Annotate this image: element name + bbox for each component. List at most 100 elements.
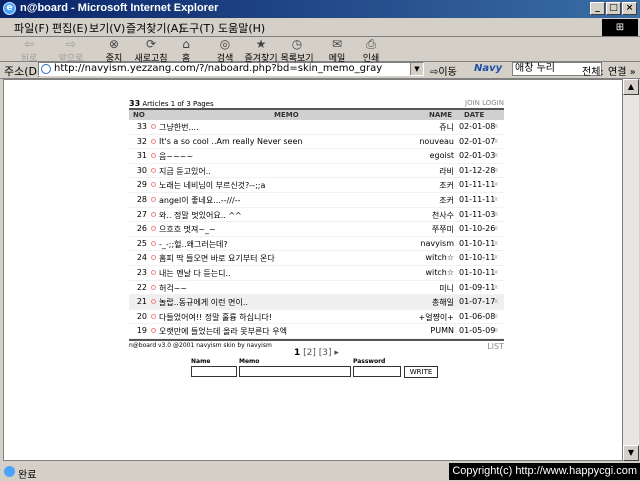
row-date: 01-05-09: [459, 326, 496, 336]
delete-icon[interactable]: x: [494, 122, 498, 130]
table-row[interactable]: 33 그냥한번.... 쥬니 02-01-08 x: [129, 120, 504, 135]
next-page-icon[interactable]: ▸: [334, 348, 339, 358]
address-dropdown-icon[interactable]: ▼: [410, 63, 423, 75]
delete-icon[interactable]: x: [494, 268, 498, 276]
name-input[interactable]: [191, 366, 237, 377]
delete-icon[interactable]: x: [494, 180, 498, 188]
delete-icon[interactable]: x: [494, 253, 498, 261]
menu-edit[interactable]: 편집(E): [52, 20, 88, 36]
table-row[interactable]: 19 오랫만에 들었는데 올라 못부른다 우엑 PUMN 01-05-09 x: [129, 324, 504, 339]
window-title: n@board - Microsoft Internet Explorer: [20, 2, 219, 14]
mail-button[interactable]: ✉ 메일: [325, 37, 349, 65]
table-row[interactable]: 27 와.. 정말 멋있어요.. ^^ 천사수 01-11-03 x: [129, 208, 504, 223]
page-3-link[interactable]: [3]: [319, 348, 332, 358]
memo-label: Memo: [239, 358, 260, 365]
bullet-icon: [151, 211, 156, 217]
table-row[interactable]: 21 놀랍..동규에게 이런 면이.. 총해일 01-07-17 x: [129, 295, 504, 310]
home-icon: ⌂: [182, 37, 190, 51]
delete-icon[interactable]: x: [494, 239, 498, 247]
address-url[interactable]: http://navyism.yezzang.com/?/naboard.php…: [54, 63, 382, 75]
row-date: 01-10-26: [459, 224, 496, 234]
row-date: 01-10-11: [459, 238, 496, 248]
bullet-icon: [151, 284, 156, 290]
ie-icon[interactable]: e: [3, 2, 16, 15]
table-row[interactable]: 24 홈피 딱 들오면 바로 요기부터 온다 witch☆ 01-10-11 x: [129, 251, 504, 266]
row-date: 01-12-28: [459, 165, 496, 175]
col-no: NO: [133, 111, 145, 119]
join-login-link[interactable]: JOIN LOGIN: [465, 99, 504, 107]
print-button[interactable]: ⎙ 인쇄: [359, 37, 383, 65]
delete-icon[interactable]: x: [494, 137, 498, 145]
history-button[interactable]: ◷ 목록보기: [279, 37, 315, 65]
table-row[interactable]: 28 angel이 좋네요...--///-- 조커 01-11-11 x: [129, 193, 504, 208]
col-name: NAME: [429, 111, 453, 119]
list-button[interactable]: LIST: [487, 342, 504, 351]
favorites-button[interactable]: ★ 즐겨찾기: [243, 37, 279, 65]
table-row[interactable]: 22 허걱~~ 미니 01-09-11 x: [129, 281, 504, 296]
status-page-icon: [4, 466, 15, 477]
delete-icon[interactable]: x: [494, 297, 498, 305]
print-icon: ⎙: [366, 37, 376, 51]
search-button[interactable]: ◎ 검색: [211, 37, 239, 65]
toolbar: ⇦ 뒤로 ⇨ 앞으로 ⊗ 중지 ⟳ 새로고침 ⌂ 홈 ◎ 검색 ★ 즐겨찾기 ◷…: [0, 37, 640, 65]
scroll-up-icon[interactable]: ▲: [623, 79, 639, 95]
maximize-button[interactable]: □: [606, 2, 621, 15]
links-button[interactable]: 연결 »: [608, 63, 636, 78]
delete-icon[interactable]: x: [494, 312, 498, 320]
menu-help[interactable]: 도움말(H): [218, 20, 265, 36]
delete-icon[interactable]: x: [494, 166, 498, 174]
table-row[interactable]: 20 다들었어여!! 정말 훌륭 하십니다! +얼쨩이+ 01-06-08 x: [129, 310, 504, 325]
row-memo: 음~~~~: [159, 152, 194, 162]
page-content: 33 Articles 1 of 3 Pages JOIN LOGIN NO M…: [3, 79, 623, 461]
table-row[interactable]: 26 으흐흐 멋져~_~ 쭈쭈미 01-10-26 x: [129, 222, 504, 237]
home-button[interactable]: ⌂ 홈: [174, 37, 198, 65]
favorites-icon: ★: [255, 37, 267, 51]
menu-favorites[interactable]: 즐겨찾기(A): [126, 20, 183, 36]
row-number: 29: [136, 180, 147, 190]
table-row[interactable]: 30 지금 듣고있어.. 라비 01-12-28 x: [129, 164, 504, 179]
page-2-link[interactable]: [2]: [303, 348, 316, 358]
password-input[interactable]: [353, 366, 401, 377]
refresh-button[interactable]: ⟳ 새로고침: [131, 37, 171, 65]
back-arrow-icon: ⇦: [23, 37, 35, 51]
stop-button[interactable]: ⊗ 중지: [101, 37, 127, 65]
write-button[interactable]: WRITE: [404, 366, 438, 378]
delete-icon[interactable]: x: [494, 224, 498, 232]
row-memo: angel이 좋네요...--///--: [159, 195, 241, 205]
bullet-icon: [151, 138, 156, 144]
row-date: 01-10-11: [459, 253, 496, 263]
table-row[interactable]: 31 음~~~~ egoist 02-01-03 x: [129, 149, 504, 164]
go-button[interactable]: ⇨이동: [430, 63, 457, 78]
menu-file[interactable]: 파일(F): [14, 20, 49, 36]
scroll-down-icon[interactable]: ▼: [623, 445, 639, 461]
row-date: 02-01-07: [459, 136, 496, 146]
table-row[interactable]: 23 내는 멘날 다 듣는디.. witch☆ 01-10-11 x: [129, 266, 504, 281]
delete-icon[interactable]: x: [494, 151, 498, 159]
table-row[interactable]: 25 -_-;;헐..왜그러는데? navyism 01-10-11 x: [129, 237, 504, 252]
row-number: 30: [136, 165, 147, 175]
memo-input[interactable]: [239, 366, 351, 377]
row-memo: 와.. 정말 멋있어요.. ^^: [159, 210, 242, 220]
delete-icon[interactable]: x: [494, 326, 498, 334]
back-button[interactable]: ⇦ 뒤로: [14, 37, 44, 65]
delete-icon[interactable]: x: [494, 210, 498, 218]
table-row[interactable]: 32 It's a so cool ..Am really Never seen n…: [129, 135, 504, 150]
row-number: 28: [136, 194, 147, 204]
table-row[interactable]: 29 노래는 네비님이 부르신것?--;;a 조커 01-11-11 x: [129, 178, 504, 193]
forward-button[interactable]: ⇨ 앞으로: [54, 37, 88, 65]
delete-icon[interactable]: x: [494, 283, 498, 291]
menu-tools[interactable]: 도구(T): [179, 20, 215, 36]
menu-view[interactable]: 보기(V): [89, 20, 125, 36]
delete-icon[interactable]: x: [494, 195, 498, 203]
minimize-button[interactable]: _: [590, 2, 605, 15]
row-date: 01-11-11: [459, 194, 496, 204]
search-scope[interactable]: 전체:: [582, 63, 604, 78]
mail-icon: ✉: [331, 37, 343, 51]
row-number: 23: [136, 267, 147, 277]
row-date: 01-09-11: [459, 282, 496, 292]
col-date: DATE: [464, 111, 485, 119]
address-input[interactable]: http://navyism.yezzang.com/?/naboard.php…: [38, 62, 424, 76]
close-button[interactable]: ×: [622, 2, 637, 15]
vertical-scrollbar[interactable]: ▲ ▼: [623, 79, 639, 461]
row-number: 31: [136, 151, 147, 161]
